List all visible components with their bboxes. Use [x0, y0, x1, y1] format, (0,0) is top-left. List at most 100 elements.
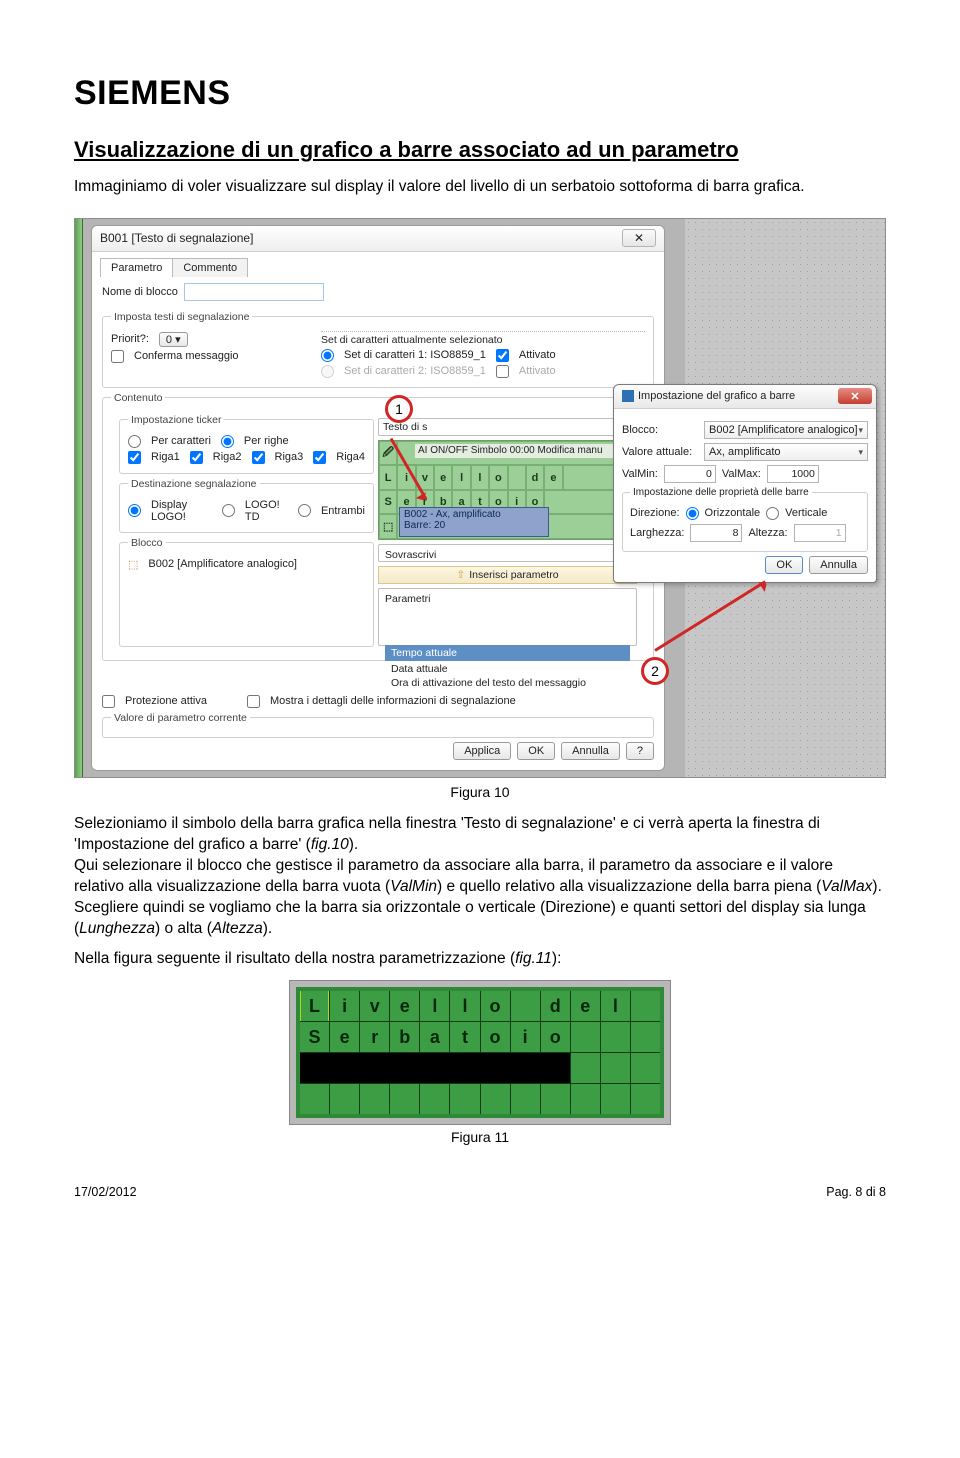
tab-commento[interactable]: Commento — [172, 258, 248, 277]
blockname-label: Nome di blocco — [102, 286, 178, 298]
popup-ok-button[interactable]: OK — [765, 556, 803, 574]
priority-dropdown[interactable]: 0 ▾ — [159, 332, 188, 347]
display-cell — [481, 1084, 510, 1114]
charset2-label: Set di caratteri 2: ISO8859_1 — [344, 365, 486, 377]
altezza-input: 1 — [794, 524, 846, 542]
charset-title: Set di caratteri attualmente selezionato — [321, 334, 645, 346]
display-cell — [511, 991, 540, 1021]
popup-blocco-dropdown[interactable]: B002 [Amplificatore analogico] — [704, 421, 868, 439]
display-cell — [631, 1053, 660, 1083]
orizzontale-radio[interactable] — [686, 507, 699, 520]
larghezza-input[interactable]: 8 — [690, 524, 742, 542]
fs-ticker-legend: Impostazione ticker — [128, 414, 224, 426]
tempo-attuale-row[interactable]: Tempo attuale — [385, 645, 630, 661]
callout-1: 1 — [385, 395, 413, 423]
riga1-checkbox[interactable] — [128, 451, 141, 464]
riga4-label: Riga4 — [336, 451, 365, 463]
heading-h1: Visualizzazione di un grafico a barre as… — [74, 137, 886, 163]
logo-td-radio[interactable] — [222, 504, 235, 517]
verticale-label: Verticale — [785, 507, 827, 519]
verticale-radio[interactable] — [766, 507, 779, 520]
help-button[interactable]: ? — [626, 742, 654, 760]
display-cell — [511, 1084, 540, 1114]
popup-icon — [622, 390, 634, 402]
confirm-checkbox[interactable] — [111, 350, 124, 363]
display-cell: o — [481, 991, 510, 1021]
popup-valatt-dropdown[interactable]: Ax, amplificato — [704, 443, 868, 461]
charset1-label: Set di caratteri 1: ISO8859_1 — [344, 349, 486, 361]
popup-blocco-label: Blocco: — [622, 424, 698, 436]
display-cell: r — [360, 1022, 389, 1052]
display-cell: S — [300, 1022, 329, 1052]
intro-paragraph: Immaginiamo di voler visualizzare sul di… — [74, 177, 886, 198]
display-cell: i — [511, 1022, 540, 1052]
valmax-input[interactable]: 1000 — [767, 465, 819, 483]
display-cell — [300, 1084, 329, 1114]
data-attuale-row[interactable]: Data attuale — [385, 661, 630, 677]
riga3-checkbox[interactable] — [252, 451, 265, 464]
display-grid-editor[interactable]: AI ON/OFF Simbolo 00:00 Modifica manu 🖉 … — [378, 440, 637, 540]
display-cell: e — [390, 991, 419, 1021]
parametri-label: Parametri — [385, 593, 630, 605]
display-cell: v — [360, 991, 389, 1021]
sovrascrivi-label: Sovrascrivi — [385, 549, 436, 561]
altezza-label: Altezza: — [748, 527, 787, 539]
per-caratteri-radio[interactable] — [128, 435, 141, 448]
display-cell — [601, 1022, 630, 1052]
popup-title: Impostazione del grafico a barre — [638, 390, 795, 402]
display-cell — [631, 1022, 660, 1052]
ora-attivazione-row[interactable]: Ora di attivazione del testo del messagg… — [385, 677, 630, 689]
display-cell — [631, 1084, 660, 1114]
dialog-testo-segnalazione: B001 [Testo di segnalazione] ✕ Parametro… — [91, 225, 665, 771]
direzione-label: Direzione: — [630, 507, 680, 519]
callout-2: 2 — [641, 657, 669, 685]
popup-valatt-label: Valore attuale: — [622, 446, 698, 458]
valmin-input[interactable]: 0 — [664, 465, 716, 483]
blockname-input[interactable] — [184, 283, 324, 301]
applica-button[interactable]: Applica — [453, 742, 511, 760]
display-logo-radio[interactable] — [128, 504, 141, 517]
tab-parametro[interactable]: Parametro — [100, 258, 173, 277]
testo-di-label: Testo di s — [383, 421, 427, 433]
barbox-bot: Barre: 20 — [404, 520, 544, 531]
popup-close-icon[interactable]: ✕ — [838, 388, 872, 404]
charset1-radio[interactable] — [321, 349, 334, 362]
display-cell — [420, 1084, 449, 1114]
riga2-checkbox[interactable] — [190, 451, 203, 464]
protezione-label: Protezione attiva — [125, 695, 207, 707]
display-cell: e — [330, 1022, 359, 1052]
fs-imposta-legend: Imposta testi di segnalazione — [111, 311, 252, 323]
display-cell: o — [481, 1022, 510, 1052]
figure-10-screenshot: B001 [Testo di segnalazione] ✕ Parametro… — [74, 218, 886, 778]
insert-parametro-button[interactable]: ⇧ Inserisci parametro — [378, 566, 637, 584]
ok-button[interactable]: OK — [517, 742, 555, 760]
protezione-checkbox[interactable] — [102, 695, 115, 708]
barbox-top: B002 - Ax, amplificato — [404, 509, 544, 520]
footer-page: Pag. 8 di 8 — [826, 1185, 886, 1199]
display-cell: e — [571, 991, 600, 1021]
entrambi-radio[interactable] — [298, 504, 311, 517]
figure-11-caption: Figura 11 — [74, 1129, 886, 1145]
display-cell: t — [450, 1022, 479, 1052]
fs-dest-legend: Destinazione segnalazione — [128, 478, 260, 490]
display-cell — [360, 1084, 389, 1114]
charset2-attivato-checkbox[interactable] — [496, 365, 509, 378]
display-cell: i — [330, 991, 359, 1021]
display-cell: b — [390, 1022, 419, 1052]
bargraph-param-box[interactable]: B002 - Ax, amplificato Barre: 20 — [399, 507, 549, 537]
blocco-item[interactable]: ⬚ B002 [Amplificatore analogico] — [128, 558, 365, 571]
popup-annulla-button[interactable]: Annulla — [809, 556, 868, 574]
blocco-item-label: B002 [Amplificatore analogico] — [148, 558, 297, 570]
display-cell — [390, 1084, 419, 1114]
annulla-button[interactable]: Annulla — [561, 742, 620, 760]
charset1-attivato-checkbox[interactable] — [496, 349, 509, 362]
riga4-checkbox[interactable] — [313, 451, 326, 464]
close-icon[interactable]: ✕ — [622, 229, 656, 247]
mostra-dettagli-checkbox[interactable] — [247, 695, 260, 708]
display-cell: d — [541, 991, 570, 1021]
per-righe-radio[interactable] — [221, 435, 234, 448]
display-cell — [571, 1053, 600, 1083]
fs-contenuto-legend: Contenuto — [111, 392, 165, 404]
siemens-logo: SIEMENS — [74, 74, 886, 113]
riga1-label: Riga1 — [151, 451, 180, 463]
